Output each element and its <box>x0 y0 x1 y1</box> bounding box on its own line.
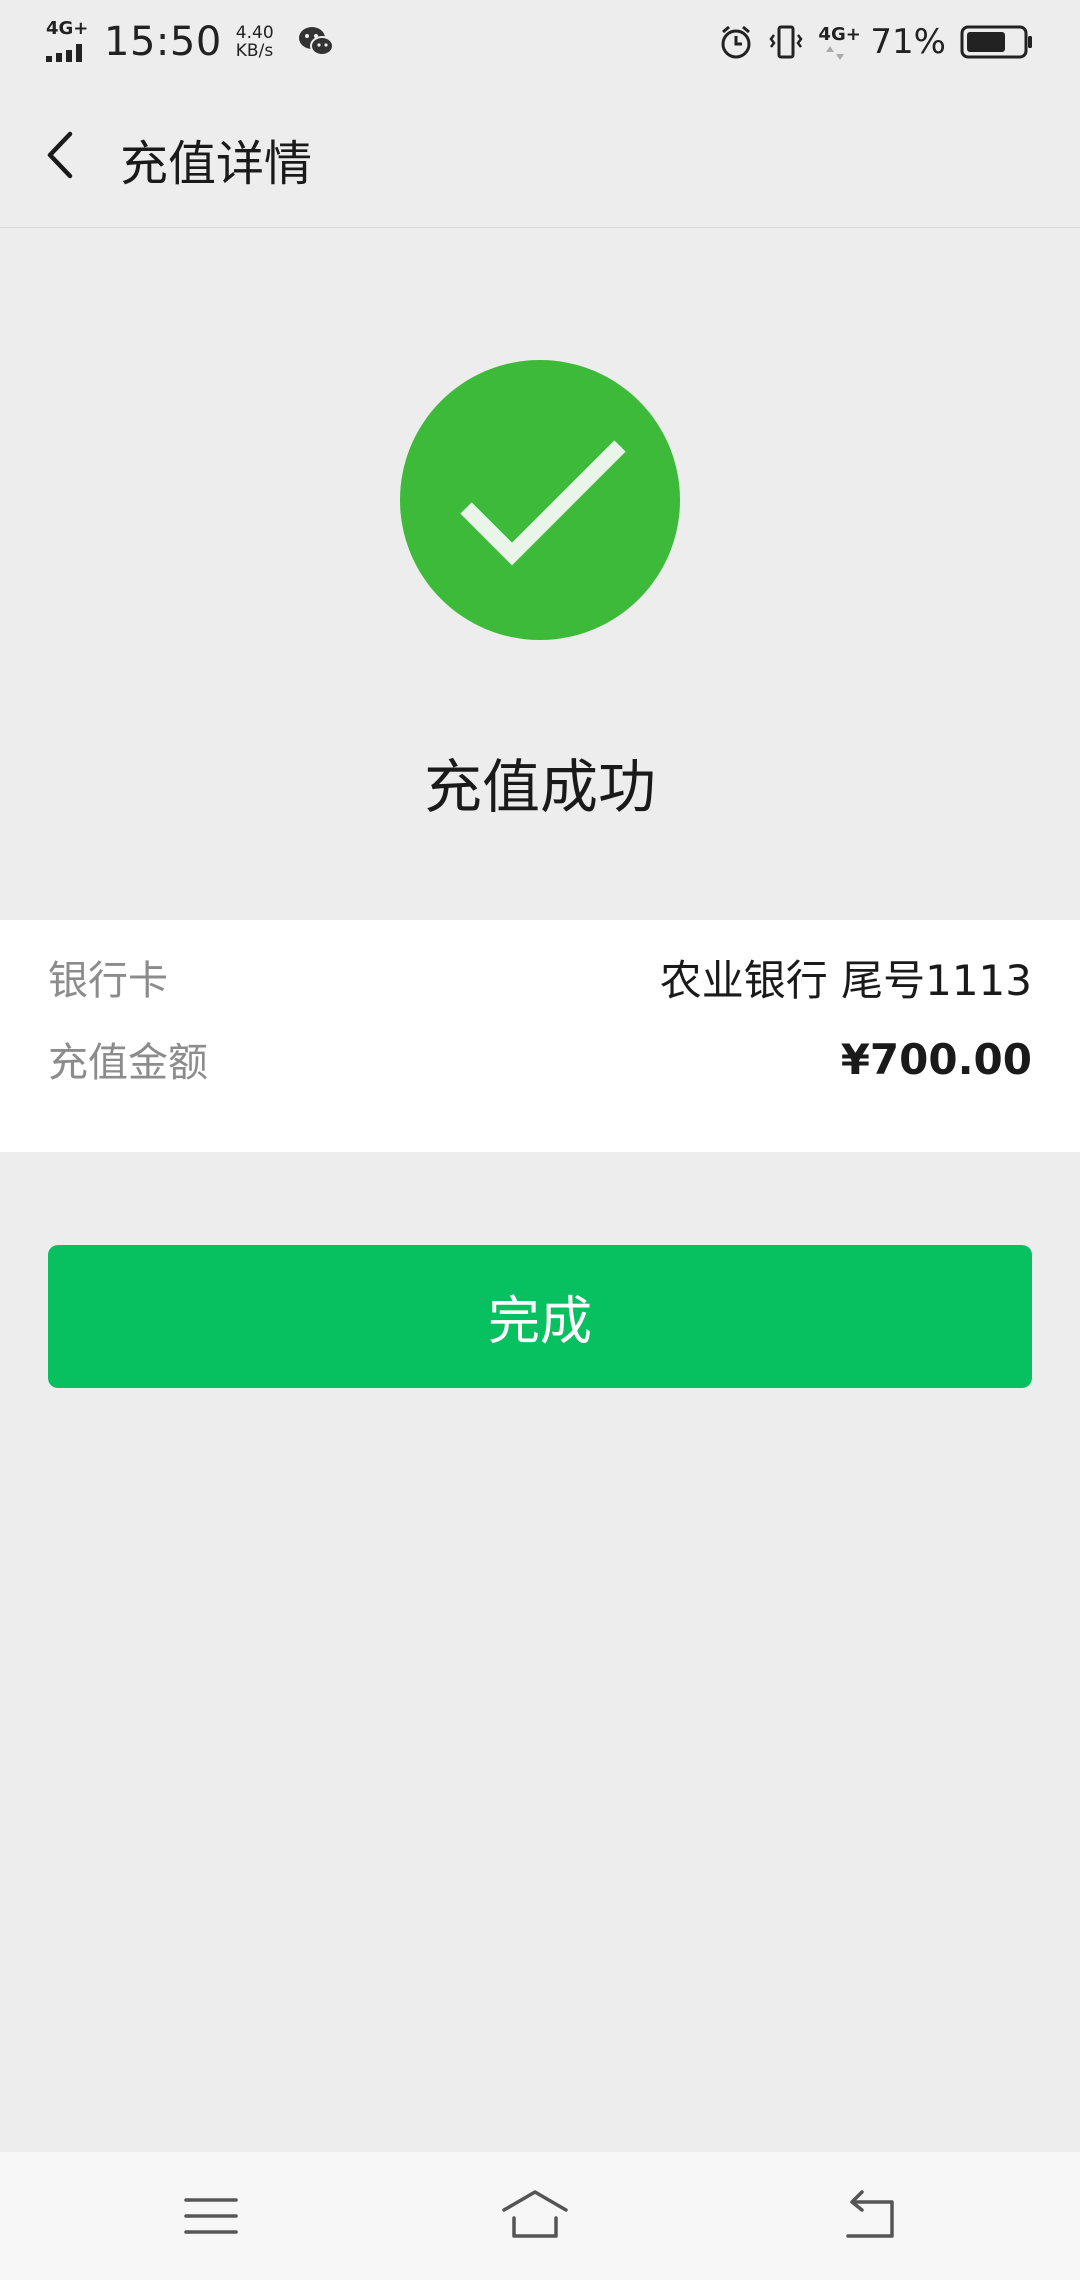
detail-row-bank-card: 银行卡 农业银行 尾号1113 <box>48 942 1032 1012</box>
speed-unit: KB/s <box>235 41 274 61</box>
network-type: 4G+ <box>46 18 89 39</box>
wechat-icon <box>298 27 334 56</box>
network-speed: 4.40 KB/s <box>236 24 286 60</box>
page-title: 充值详情 <box>120 136 313 192</box>
network-type-right: 4G+ <box>818 24 861 45</box>
system-nav-bar <box>0 2152 1080 2280</box>
vibrate-icon <box>769 25 803 59</box>
detail-card: 银行卡 农业银行 尾号1113 充值金额 ¥700.00 <box>0 920 1080 1152</box>
amount-value: ¥700.00 <box>840 1034 1032 1084</box>
battery-icon <box>960 25 1032 59</box>
signal-icon: 4G+ <box>46 18 90 64</box>
check-circle-icon <box>400 360 680 640</box>
speed-value: 4.40 <box>235 23 274 43</box>
status-bar: 4G+ 15:50 4.40 KB/s 4G+ 71% <box>0 0 1080 84</box>
done-button[interactable]: 完成 <box>48 1245 1032 1388</box>
menu-icon[interactable] <box>176 2184 246 2248</box>
network-4g-icon: 4G+ <box>818 22 861 62</box>
battery-percent: 71% <box>870 22 946 62</box>
alarm-icon <box>721 25 751 59</box>
result-title: 充值成功 <box>423 753 656 821</box>
amount-label: 充值金额 <box>48 1040 208 1086</box>
nav-bar: 充值详情 <box>0 84 1080 228</box>
chevron-left-icon[interactable] <box>30 120 100 190</box>
bank-card-value: 农业银行 尾号1113 <box>659 955 1032 1005</box>
detail-row-amount: 充值金额 ¥700.00 <box>48 1024 1032 1094</box>
home-icon[interactable] <box>500 2184 570 2248</box>
back-icon[interactable] <box>834 2184 904 2248</box>
bank-card-label: 银行卡 <box>48 958 168 1004</box>
status-right: 4G+ 71% <box>704 18 1034 66</box>
clock: 15:50 <box>104 19 222 65</box>
status-left: 4G+ 15:50 4.40 KB/s <box>46 18 334 66</box>
recharge-detail-screen: 4G+ 15:50 4.40 KB/s 4G+ 71% 充值详情 充值成功 银行… <box>0 0 1080 2280</box>
